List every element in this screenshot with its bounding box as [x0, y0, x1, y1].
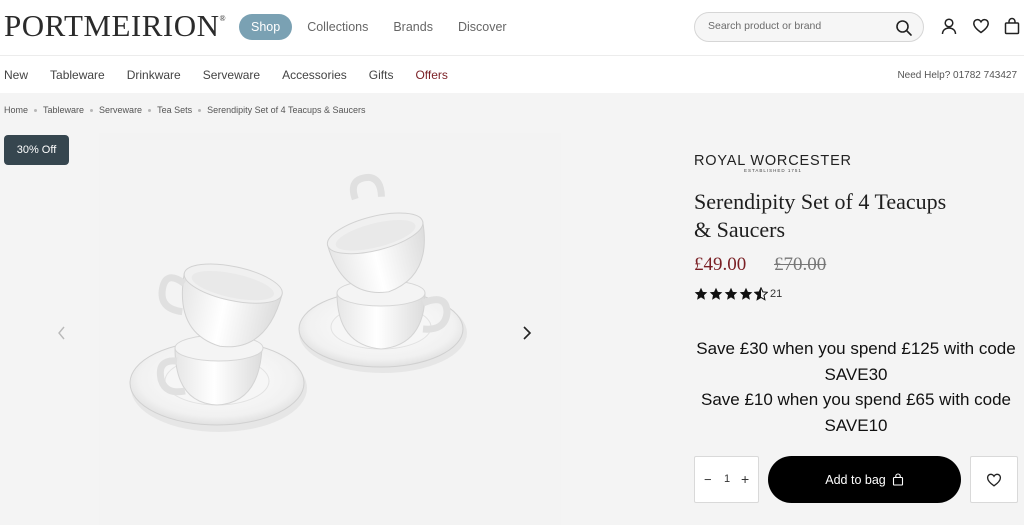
subnav-new[interactable]: New: [4, 68, 28, 82]
subnav-gifts[interactable]: Gifts: [369, 68, 394, 82]
breadcrumb-tableware[interactable]: Tableware: [43, 105, 84, 115]
subnav-offers[interactable]: Offers: [415, 68, 447, 82]
search-bar: [694, 12, 924, 42]
bag-icon: [892, 473, 903, 486]
breadcrumb-separator: [198, 108, 202, 112]
review-count[interactable]: 21: [770, 288, 782, 300]
account-icon[interactable]: [940, 17, 958, 35]
nav-collections[interactable]: Collections: [295, 14, 380, 40]
subnav-drinkware[interactable]: Drinkware: [127, 68, 181, 82]
help-phone[interactable]: Need Help? 01782 743427: [897, 70, 1017, 81]
promo-line: Save £10 when you spend £65 with code SA…: [700, 390, 1011, 435]
breadcrumb-home[interactable]: Home: [4, 105, 28, 115]
nav-brands[interactable]: Brands: [381, 14, 445, 40]
increase-quantity-button[interactable]: +: [741, 471, 749, 487]
quantity-stepper: − 1 +: [694, 456, 759, 503]
add-to-bag-button[interactable]: Add to bag: [768, 456, 961, 503]
breadcrumb-separator: [148, 108, 152, 112]
discount-badge: 30% Off: [4, 135, 69, 165]
breadcrumb-tea-sets[interactable]: Tea Sets: [157, 105, 192, 115]
teacups-illustration: [129, 173, 467, 432]
bag-icon[interactable]: [1003, 17, 1021, 35]
previous-image-arrow-icon[interactable]: [56, 326, 68, 340]
breadcrumb-current: Serendipity Set of 4 Teacups & Saucers: [207, 105, 366, 115]
subnav-accessories[interactable]: Accessories: [282, 68, 347, 82]
breadcrumb-separator: [34, 108, 38, 112]
heart-icon: [986, 473, 1002, 487]
breadcrumb-serveware[interactable]: Serveware: [99, 105, 142, 115]
star-full-icon: [709, 287, 723, 300]
star-full-icon: [739, 287, 753, 300]
brand-logo[interactable]: ROYAL WORCESTER ESTABLISHED 1751: [694, 153, 852, 173]
search-input[interactable]: [708, 20, 888, 32]
add-to-wishlist-button[interactable]: [970, 456, 1018, 503]
product-image[interactable]: [99, 133, 561, 525]
star-full-icon: [724, 287, 738, 300]
product-page: Home Tableware Serveware Tea Sets Serend…: [0, 93, 1024, 525]
category-navigation: New Tableware Drinkware Serveware Access…: [0, 57, 1024, 93]
nav-discover[interactable]: Discover: [446, 14, 519, 40]
next-image-arrow-icon[interactable]: [520, 325, 534, 341]
portmeirion-logo[interactable]: PORTMEIRION®: [4, 8, 226, 44]
star-rating[interactable]: [694, 287, 769, 301]
star-half-icon: [754, 287, 768, 301]
breadcrumb: Home Tableware Serveware Tea Sets Serend…: [4, 105, 366, 115]
add-to-bag-label: Add to bag: [825, 472, 886, 487]
subnav-tableware[interactable]: Tableware: [50, 68, 105, 82]
wishlist-heart-icon[interactable]: [972, 17, 990, 35]
original-price: £70.00: [774, 254, 827, 275]
nav-shop[interactable]: Shop: [239, 14, 293, 40]
search-icon[interactable]: [895, 19, 913, 37]
promo-message: Save £30 when you spend £125 with code S…: [694, 336, 1018, 438]
main-navigation: Shop Collections Brands Discover: [239, 14, 520, 40]
promo-line: Save £30 when you spend £125 with code S…: [696, 339, 1016, 384]
site-header: PORTMEIRION® Shop Collections Brands Dis…: [0, 0, 1024, 56]
breadcrumb-separator: [90, 108, 94, 112]
quantity-value[interactable]: 1: [724, 473, 730, 485]
decrease-quantity-button[interactable]: −: [704, 472, 712, 487]
sale-price: £49.00: [694, 254, 747, 275]
star-full-icon: [694, 287, 708, 300]
product-title: Serendipity Set of 4 Teacups & Saucers: [694, 189, 947, 242]
subnav-serveware[interactable]: Serveware: [203, 68, 260, 82]
